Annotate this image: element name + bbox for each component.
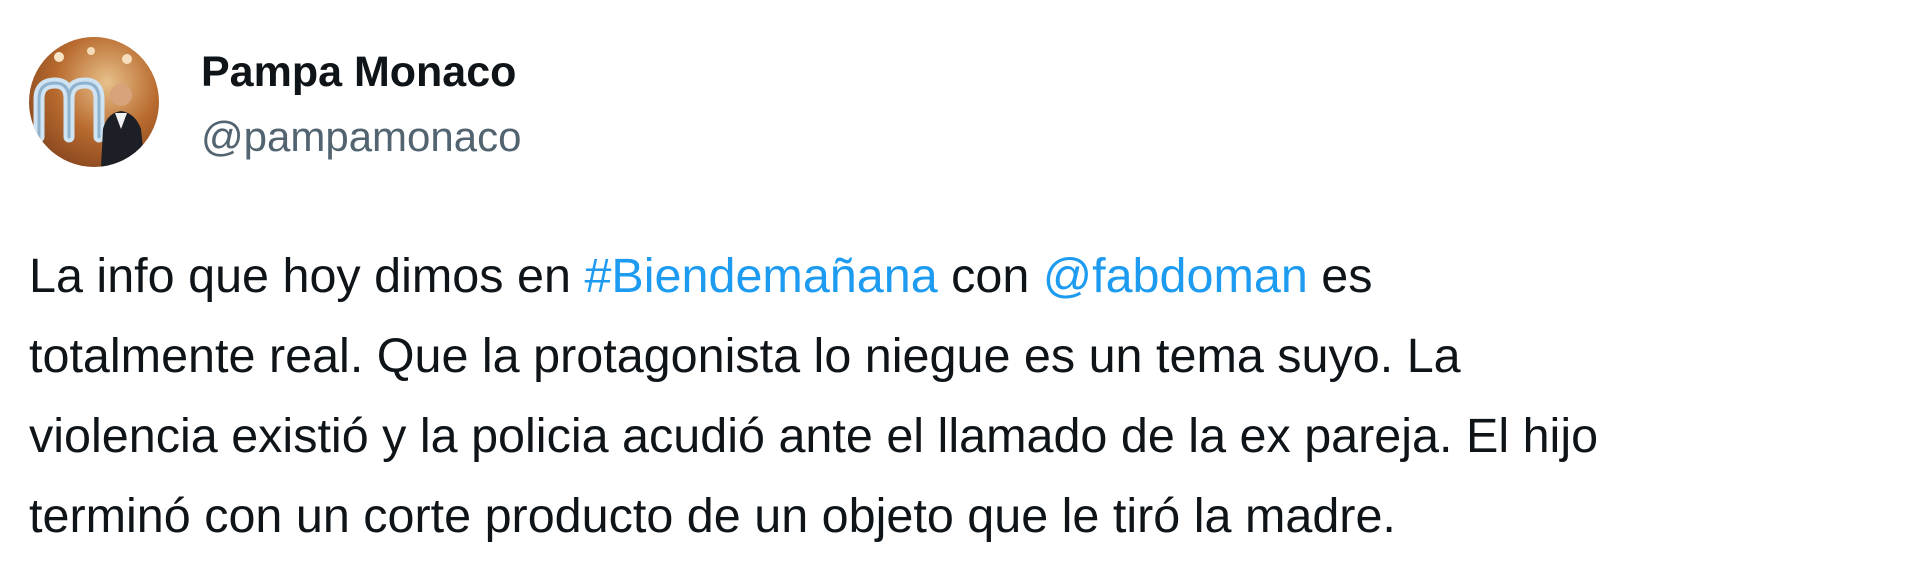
author-display-name[interactable]: Pampa Monaco: [201, 46, 516, 98]
tweet-line-2: totalmente real. Que la protagonista lo …: [29, 329, 1461, 383]
avatar-photo-icon: [33, 47, 145, 167]
tweet-text: La info que hoy dimos en #Biendemañana c…: [29, 236, 1909, 556]
author-handle[interactable]: @pampamonaco: [201, 111, 521, 163]
tweet-line-1: La info que hoy dimos en #Biendemañana c…: [29, 236, 1909, 316]
tweet-line-4: terminó con un corte producto de un obje…: [29, 489, 1396, 543]
tweet-text-segment: con: [937, 249, 1043, 303]
tweet-line-3: violencia existió y la policia acudió an…: [29, 409, 1599, 463]
tweet-text-segment: es: [1307, 249, 1373, 303]
author-avatar[interactable]: [29, 37, 159, 167]
hashtag-link[interactable]: #Biendemañana: [584, 249, 937, 303]
tweet-card: Pampa Monaco @pampamonaco La info que ho…: [0, 0, 1920, 574]
mention-link[interactable]: @fabdoman: [1043, 249, 1308, 303]
tweet-text-segment: La info que hoy dimos en: [29, 249, 585, 303]
